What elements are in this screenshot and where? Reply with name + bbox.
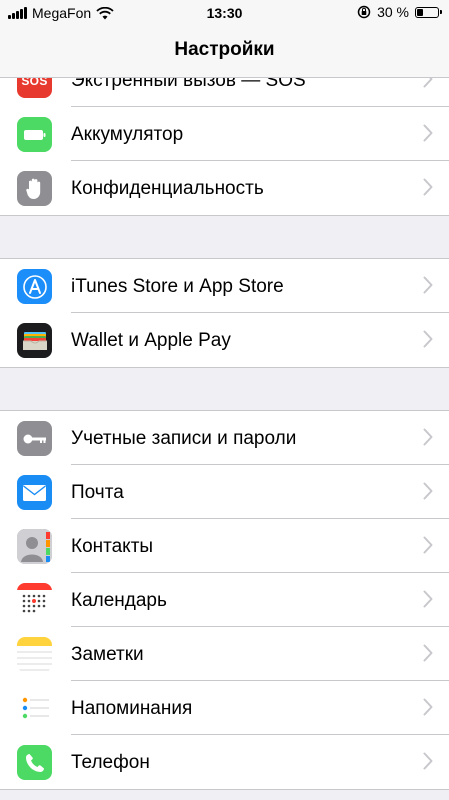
settings-row-label: Учетные записи и пароли — [71, 428, 297, 449]
chevron-right-icon — [423, 536, 433, 554]
battery-icon — [17, 117, 52, 152]
phone-icon — [17, 745, 52, 780]
chevron-right-icon — [423, 698, 433, 716]
settings-row-calendar[interactable]: Календарь — [0, 573, 449, 627]
key-icon — [17, 421, 52, 456]
settings-row-notes[interactable]: Заметки — [0, 627, 449, 681]
status-right: 30 % — [357, 4, 442, 20]
page-title: Настройки — [174, 39, 275, 60]
chevron-right-icon — [423, 752, 433, 770]
settings-row-label: Wallet и Apple Pay — [71, 330, 231, 351]
settings-row-key[interactable]: Учетные записи и пароли — [0, 411, 449, 465]
settings-list: SOS Экстренный вызов — SOS Аккумулятор Конф… — [0, 52, 449, 790]
reminders-icon — [17, 691, 52, 726]
chevron-right-icon — [423, 330, 433, 348]
settings-row-label: Конфиденциальность — [71, 178, 264, 199]
settings-row-reminders[interactable]: Напоминания — [0, 681, 449, 735]
settings-row-label: Телефон — [71, 752, 150, 773]
orientation-lock-icon — [357, 5, 371, 19]
settings-group-2: iTunes Store и App Store Wallet и Apple P… — [0, 258, 449, 368]
status-bar: MegaFon 13:30 30 % — [0, 0, 449, 26]
chevron-right-icon — [423, 178, 433, 196]
settings-row-contacts[interactable]: Контакты — [0, 519, 449, 573]
chevron-right-icon — [423, 428, 433, 446]
settings-row-mail[interactable]: Почта — [0, 465, 449, 519]
battery-indicator-icon — [415, 6, 442, 18]
settings-row-phone[interactable]: Телефон — [0, 735, 449, 789]
chevron-right-icon — [423, 590, 433, 608]
contacts-icon — [17, 529, 52, 564]
group-spacer — [0, 368, 449, 410]
settings-row-label: Календарь — [71, 590, 167, 611]
calendar-icon — [17, 583, 52, 618]
mail-icon — [17, 475, 52, 510]
settings-group-3: Учетные записи и пароли Почта Контакты Кал… — [0, 410, 449, 790]
settings-row-wallet[interactable]: Wallet и Apple Pay — [0, 313, 449, 367]
settings-row-label: iTunes Store и App Store — [71, 276, 284, 297]
hand-icon — [17, 171, 52, 206]
chevron-right-icon — [423, 124, 433, 142]
wallet-icon — [17, 323, 52, 358]
settings-row-label: Почта — [71, 482, 124, 503]
chevron-right-icon — [423, 276, 433, 294]
settings-row-app-store[interactable]: iTunes Store и App Store — [0, 259, 449, 313]
settings-row-label: Аккумулятор — [71, 124, 184, 145]
settings-row-label: Контакты — [71, 536, 154, 557]
chevron-right-icon — [423, 644, 433, 662]
group-spacer — [0, 216, 449, 258]
navigation-bar: Настройки — [0, 26, 449, 78]
notes-icon — [17, 637, 52, 672]
app-store-icon — [17, 269, 52, 304]
chevron-right-icon — [423, 482, 433, 500]
settings-row-battery[interactable]: Аккумулятор — [0, 107, 449, 161]
settings-row-label: Заметки — [71, 644, 144, 665]
settings-row-hand[interactable]: Конфиденциальность — [0, 161, 449, 215]
battery-fill — [417, 8, 423, 16]
battery-percent: 30 % — [377, 4, 409, 20]
settings-row-label: Напоминания — [71, 698, 193, 719]
